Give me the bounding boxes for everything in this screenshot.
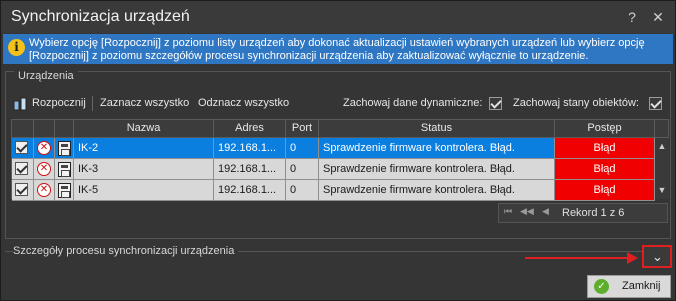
sync-icon	[13, 97, 27, 111]
controller-icon	[58, 162, 71, 177]
chevron-down-icon: ⌄	[652, 249, 663, 264]
table-row[interactable]: ✕ IK-5 192.168.1... 0 Sprawdzenie firmwa…	[12, 180, 655, 201]
prev-block-icon[interactable]: ◀◀	[520, 206, 534, 217]
info-line-2: [Rozpocznij] z poziomu szczegółów proces…	[29, 50, 589, 62]
deselect-all-button[interactable]: Odznacz wszystko	[198, 97, 289, 109]
grid-header-status[interactable]: Status	[319, 120, 555, 138]
error-icon: ✕	[37, 162, 51, 176]
grid-header-address[interactable]: Adres	[214, 120, 286, 138]
close-window-button[interactable]: ✕	[647, 7, 669, 27]
pager-text: Rekord 1 z 6	[562, 207, 625, 219]
controller-icon	[58, 141, 71, 156]
cell-name: IK-3	[74, 159, 214, 180]
grid-header-check	[12, 120, 34, 138]
cell-name: IK-2	[74, 138, 214, 159]
controller-icon	[58, 183, 71, 198]
annotation-arrow-line	[525, 257, 633, 259]
cell-port: 0	[286, 180, 319, 201]
info-line-1: Wybierz opcję [Rozpocznij] z poziomu lis…	[29, 37, 645, 49]
row-checkbox[interactable]	[15, 141, 28, 154]
first-page-icon[interactable]: ⏮	[504, 206, 512, 217]
keep-states-label: Zachowaj stany obiektów:	[513, 97, 639, 109]
grid-header-state	[34, 120, 55, 138]
keep-dynamic-label: Zachowaj dane dynamiczne:	[343, 97, 483, 109]
grid-header-corner	[655, 120, 669, 138]
cell-address: 192.168.1...	[214, 180, 286, 201]
toolbar: Rozpocznij Zaznacz wszystko Odznacz wszy…	[13, 95, 667, 113]
pager: ⏮ ◀◀ ◀ Rekord 1 z 6	[498, 203, 668, 223]
error-icon: ✕	[37, 183, 51, 197]
cell-progress: Błąd	[555, 138, 655, 159]
cell-address: 192.168.1...	[214, 159, 286, 180]
details-expand-button[interactable]: ⌄	[642, 245, 672, 268]
scroll-down-icon[interactable]: ▼	[655, 184, 669, 196]
cell-progress: Błąd	[555, 159, 655, 180]
keep-states-checkbox[interactable]	[649, 97, 662, 110]
grid-header-port[interactable]: Port	[286, 120, 319, 138]
cell-port: 0	[286, 138, 319, 159]
cell-address: 192.168.1...	[214, 138, 286, 159]
cell-port: 0	[286, 159, 319, 180]
grid-header-progress[interactable]: Postęp	[555, 120, 655, 138]
keep-dynamic-checkbox[interactable]	[489, 97, 502, 110]
prev-page-icon[interactable]: ◀	[542, 206, 549, 217]
sync-dialog: Synchronizacja urządzeń ? ✕ i Wybierz op…	[0, 0, 676, 301]
cell-progress: Błąd	[555, 180, 655, 201]
scroll-up-icon[interactable]: ▲	[655, 140, 669, 152]
window-title: Synchronizacja urządzeń	[11, 8, 190, 25]
devices-group-label: Urządzenia	[14, 70, 78, 82]
select-all-button[interactable]: Zaznacz wszystko	[100, 97, 189, 109]
grid-header-name[interactable]: Nazwa	[74, 120, 214, 138]
info-banner: i Wybierz opcję [Rozpocznij] z poziomu l…	[3, 34, 673, 64]
start-button[interactable]: Rozpocznij	[32, 97, 86, 109]
info-icon: i	[8, 39, 25, 56]
row-checkbox[interactable]	[15, 183, 28, 196]
error-icon: ✕	[37, 141, 51, 155]
row-checkbox[interactable]	[15, 162, 28, 175]
info-text: Wybierz opcję [Rozpocznij] z poziomu lis…	[29, 37, 669, 63]
grid-scrollbar[interactable]: ▲ ▼	[655, 138, 669, 199]
check-icon: ✓	[594, 279, 609, 294]
title-bar: Synchronizacja urządzeń ? ✕	[1, 1, 675, 33]
annotation-arrow-head	[627, 252, 638, 264]
table-row[interactable]: ✕ IK-2 192.168.1... 0 Sprawdzenie firmwa…	[12, 138, 655, 159]
table-row[interactable]: ✕ IK-3 192.168.1... 0 Sprawdzenie firmwa…	[12, 159, 655, 180]
cell-name: IK-5	[74, 180, 214, 201]
help-button[interactable]: ?	[621, 7, 643, 27]
devices-grid: Nazwa Adres Port Status Postęp ✕ IK-2 19…	[11, 119, 669, 201]
grid-header-type	[55, 120, 74, 138]
toolbar-separator	[92, 96, 93, 111]
close-button[interactable]: ✓ Zamknij	[587, 275, 671, 298]
cell-status: Sprawdzenie firmware kontrolera. Błąd.	[319, 138, 555, 159]
cell-status: Sprawdzenie firmware kontrolera. Błąd.	[319, 180, 555, 201]
details-label[interactable]: Szczegóły procesu synchronizacji urządze…	[13, 245, 239, 257]
close-button-label: Zamknij	[622, 280, 661, 292]
cell-status: Sprawdzenie firmware kontrolera. Błąd.	[319, 159, 555, 180]
